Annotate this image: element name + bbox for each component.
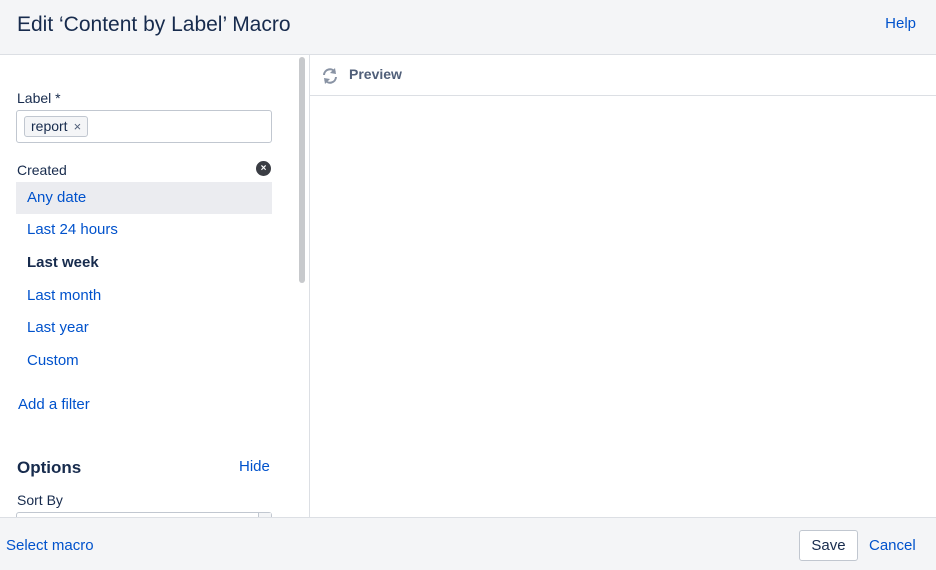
label-chip-text: report xyxy=(31,118,68,134)
macro-parameters-panel: Label * report × Created × Any date Last… xyxy=(0,55,294,517)
dialog-footer: Select macro Save Cancel xyxy=(0,517,936,570)
date-option-last-month[interactable]: Last month xyxy=(16,280,272,312)
preview-area xyxy=(310,96,936,517)
add-filter-link[interactable]: Add a filter xyxy=(18,396,90,413)
scrollbar-thumb[interactable] xyxy=(299,57,305,283)
date-option-last-week[interactable]: Last week xyxy=(16,247,272,279)
clear-filter-icon[interactable]: × xyxy=(256,161,271,176)
left-pane-scrollbar[interactable] xyxy=(294,55,310,517)
preview-header: Preview xyxy=(310,55,936,96)
label-input[interactable]: report × xyxy=(16,110,272,143)
date-option-custom[interactable]: Custom xyxy=(16,345,272,377)
label-chip-report: report × xyxy=(24,116,89,137)
hide-options-link[interactable]: Hide xyxy=(239,458,270,475)
preview-label: Preview xyxy=(349,66,402,82)
created-filter-label: Created xyxy=(17,162,67,178)
date-option-last-year[interactable]: Last year xyxy=(16,312,272,344)
options-section-title: Options xyxy=(17,458,82,477)
save-button[interactable]: Save xyxy=(799,530,858,561)
help-link[interactable]: Help xyxy=(885,15,916,32)
date-option-last-24-hours[interactable]: Last 24 hours xyxy=(16,214,272,246)
remove-chip-icon[interactable]: × xyxy=(74,117,82,136)
select-macro-link[interactable]: Select macro xyxy=(6,537,94,554)
refresh-icon[interactable] xyxy=(320,66,340,86)
dialog-title: Edit ‘Content by Label’ Macro xyxy=(17,13,291,36)
label-field-label: Label * xyxy=(17,90,61,106)
dialog-header: Edit ‘Content by Label’ Macro Help xyxy=(0,0,936,55)
sort-by-label: Sort By xyxy=(17,492,63,508)
date-option-any-date[interactable]: Any date xyxy=(16,182,272,214)
cancel-link[interactable]: Cancel xyxy=(869,537,916,554)
